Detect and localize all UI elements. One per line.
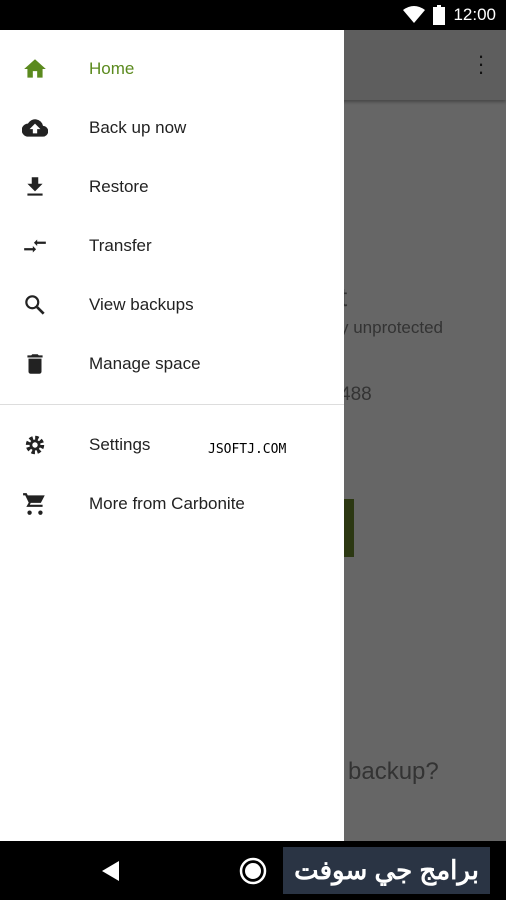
drawer-item-label: Home: [89, 58, 135, 78]
search-icon: [25, 294, 45, 315]
bg-number: 488: [340, 384, 372, 405]
drawer-item-restore[interactable]: Restore: [0, 157, 344, 216]
home-nav-icon[interactable]: [239, 857, 267, 885]
gear-icon: [25, 435, 45, 454]
battery-icon: [433, 5, 446, 25]
drawer-item-label: Manage space: [89, 353, 201, 373]
watermark: JSOFTJ.COM: [208, 442, 287, 457]
drawer-item-settings[interactable]: Settings: [0, 415, 344, 474]
cloud-upload-icon: [22, 118, 48, 137]
drawer-item-transfer[interactable]: Transfer: [0, 216, 344, 275]
cart-icon: [23, 492, 45, 515]
trash-icon: [27, 353, 43, 374]
drawer-divider: [0, 404, 344, 405]
bg-question: n backup?: [328, 758, 439, 785]
drawer-item-label: View backups: [89, 294, 194, 314]
transfer-icon: [24, 239, 46, 252]
clock: 12:00: [453, 5, 496, 24]
drawer-item-label: Transfer: [89, 235, 152, 255]
drawer-item-more-from-carbonite[interactable]: More from Carbonite: [0, 474, 344, 533]
watermark-banner: برامج جي سوفت: [283, 847, 490, 894]
drawer-item-label: Restore: [89, 176, 149, 196]
wifi-icon: [403, 6, 426, 23]
drawer-item-label: Back up now: [89, 117, 187, 137]
drawer-item-label: Settings: [89, 434, 151, 454]
back-icon[interactable]: [101, 861, 121, 881]
navigation-drawer: Home Back up now Restore Transfer View b…: [0, 30, 344, 841]
status-bar: 12:00: [0, 0, 506, 30]
drawer-item-home[interactable]: Home: [0, 39, 344, 98]
more-options-icon[interactable]: · · ·: [476, 45, 486, 83]
bg-subtitle: y unprotected: [340, 318, 444, 337]
home-icon: [24, 58, 46, 78]
drawer-item-manage-space[interactable]: Manage space: [0, 334, 344, 393]
drawer-item-label: More from Carbonite: [89, 493, 245, 513]
drawer-item-view-backups[interactable]: View backups: [0, 275, 344, 334]
drawer-item-back-up-now[interactable]: Back up now: [0, 98, 344, 157]
download-icon: [27, 176, 43, 196]
